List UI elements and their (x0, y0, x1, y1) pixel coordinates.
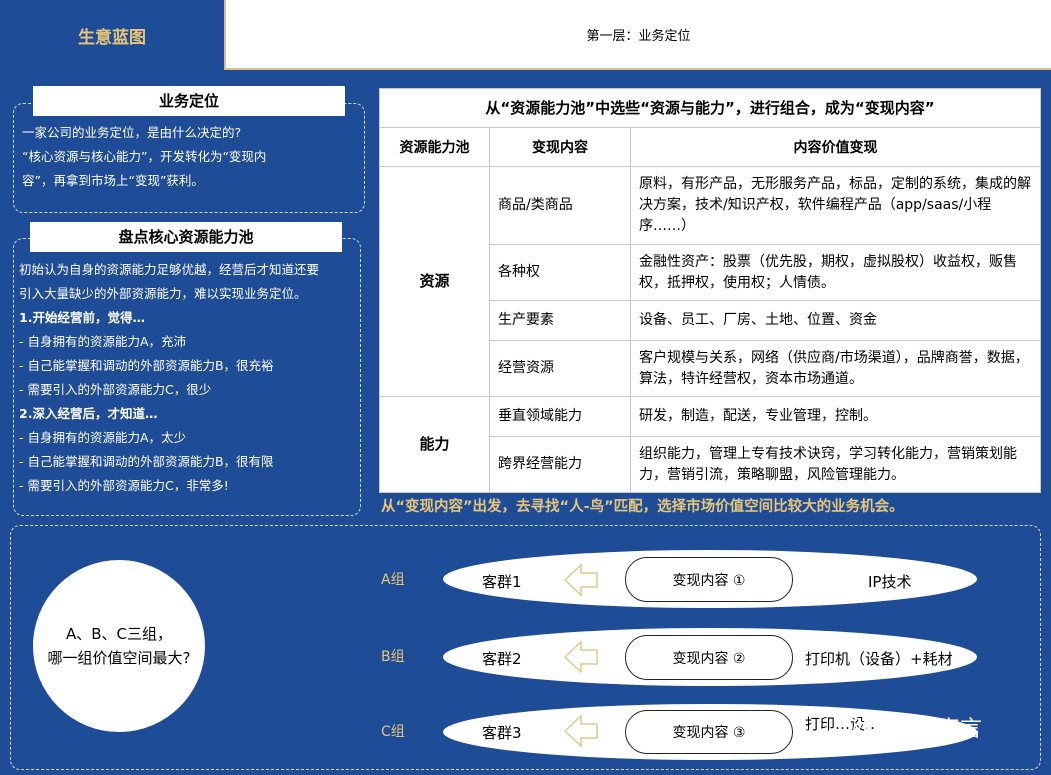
arrow-left-icon (563, 563, 598, 597)
offer-label: 打印机（设备）+耗材 (805, 650, 953, 668)
inventory-intro-line: 初始认为自身的资源能力足够优越，经营后才知道还要 (19, 262, 320, 277)
table-cell-item: 商品/类商品 (489, 166, 631, 245)
table-header: 资源能力池 (379, 127, 490, 167)
before-item: - 自己能掌握和调动的外部资源能力B，很充裕 (19, 358, 274, 373)
wechat-icon (842, 716, 869, 736)
table-cell-value: 客户规模与关系，网络（供应商/市场渠道），品牌商誉，数据，算法，特许经营权，资本… (630, 340, 1041, 397)
table-header: 变现内容 (489, 127, 631, 167)
after-item: - 自身拥有的资源能力A，太少 (19, 430, 187, 445)
layer-title: 第一层：业务定位 (224, 0, 1051, 70)
before-item: - 自身拥有的资源能力A，充沛 (19, 334, 187, 349)
inventory-label: 盘点核心资源能力池 (30, 222, 342, 252)
question-circle: A、B、C三组， 哪一组价值空间最大? (33, 560, 205, 732)
content-pill: 变现内容 ① (625, 557, 793, 602)
positioning-text: 一家公司的业务定位，是由什么决定的? “核心资源与核心能力”，开发转化为“变现内… (22, 121, 362, 193)
table-cell-value: 金融性资产：股票（优先股，期权，虚拟股权）收益权，贩售权，抵押权，使用权；人情债… (630, 244, 1041, 301)
table-cell-value: 组织能力，管理上专有技术诀窍，学习转化能力，营销策划能力，营销引流，策略聊盟，风… (630, 436, 1041, 493)
after-item: - 自己能掌握和调动的外部资源能力B，很有限 (19, 454, 274, 469)
before-item: - 需要引入的外部资源能力C，很少 (19, 382, 212, 397)
customer-label: 客群2 (482, 650, 522, 668)
after-item: - 需要引入的外部资源能力C，非常多! (19, 478, 229, 493)
table-header: 内容价值变现 (630, 127, 1041, 167)
customer-label: 客群3 (482, 724, 522, 742)
offer-label: IP技术 (868, 573, 912, 591)
customer-label: 客群1 (482, 573, 522, 591)
table-cell-item: 生产要素 (489, 300, 631, 341)
table-cell-value: 研发，制造，配送，专业管理，控制。 (630, 396, 1041, 437)
table-cell-value: 原料，有形产品，无形服务产品，标品，定制的系统，集成的解决方案，技术/知识产权，… (630, 166, 1041, 245)
after-heading: 2.深入经营后，才知道… (19, 406, 158, 421)
group-label: C组 (381, 724, 405, 740)
app-title: 生意蓝图 (0, 0, 224, 70)
table-cell-item: 跨界经营能力 (489, 436, 631, 493)
group-resource: 资源 (379, 166, 490, 397)
resource-table: 从“资源能力池”中选些“资源与能力”，进行组合，成为“变现内容” 资源能力池 变… (379, 88, 1041, 493)
arrow-left-icon (563, 640, 598, 674)
bottom-caption: 从“变现内容”出发，去寻找“人-鸟”匹配，选择市场价值空间比较大的业务机会。 (381, 499, 904, 515)
watermark-text: 践行者宣言 (872, 717, 983, 742)
positioning-line: 一家公司的业务定位，是由什么决定的? (22, 125, 242, 140)
table-title: 从“资源能力池”中选些“资源与能力”，进行组合，成为“变现内容” (379, 88, 1041, 128)
content-pill: 变现内容 ③ (625, 710, 793, 754)
table-cell-item: 经营资源 (489, 340, 631, 397)
positioning-line: 容”，再拿到市场上“变现”获利。 (22, 173, 204, 188)
positioning-line: “核心资源与核心能力”，开发转化为“变现内 (22, 149, 267, 164)
group-label: B组 (381, 649, 405, 665)
group-label: A组 (381, 572, 405, 588)
inventory-intro-line: 引入大量缺少的外部资源能力，难以实现业务定位。 (19, 286, 307, 301)
content-pill: 变现内容 ② (625, 635, 793, 680)
table-cell-value: 设备、员工、厂房、土地、位置、资金 (630, 300, 1041, 341)
positioning-label: 业务定位 (33, 86, 345, 116)
inventory-text: 初始认为自身的资源能力足够优越，经营后才知道还要 引入大量缺少的外部资源能力，难… (19, 258, 359, 498)
table-cell-item: 垂直领域能力 (489, 396, 631, 437)
table-cell-item: 各种权 (489, 244, 631, 301)
arrow-left-icon (563, 714, 598, 748)
question-line: 哪一组价值空间最大? (47, 649, 191, 667)
group-ability: 能力 (379, 396, 490, 493)
before-heading: 1.开始经营前，觉得… (19, 310, 145, 325)
question-line: A、B、C三组， (65, 625, 173, 643)
